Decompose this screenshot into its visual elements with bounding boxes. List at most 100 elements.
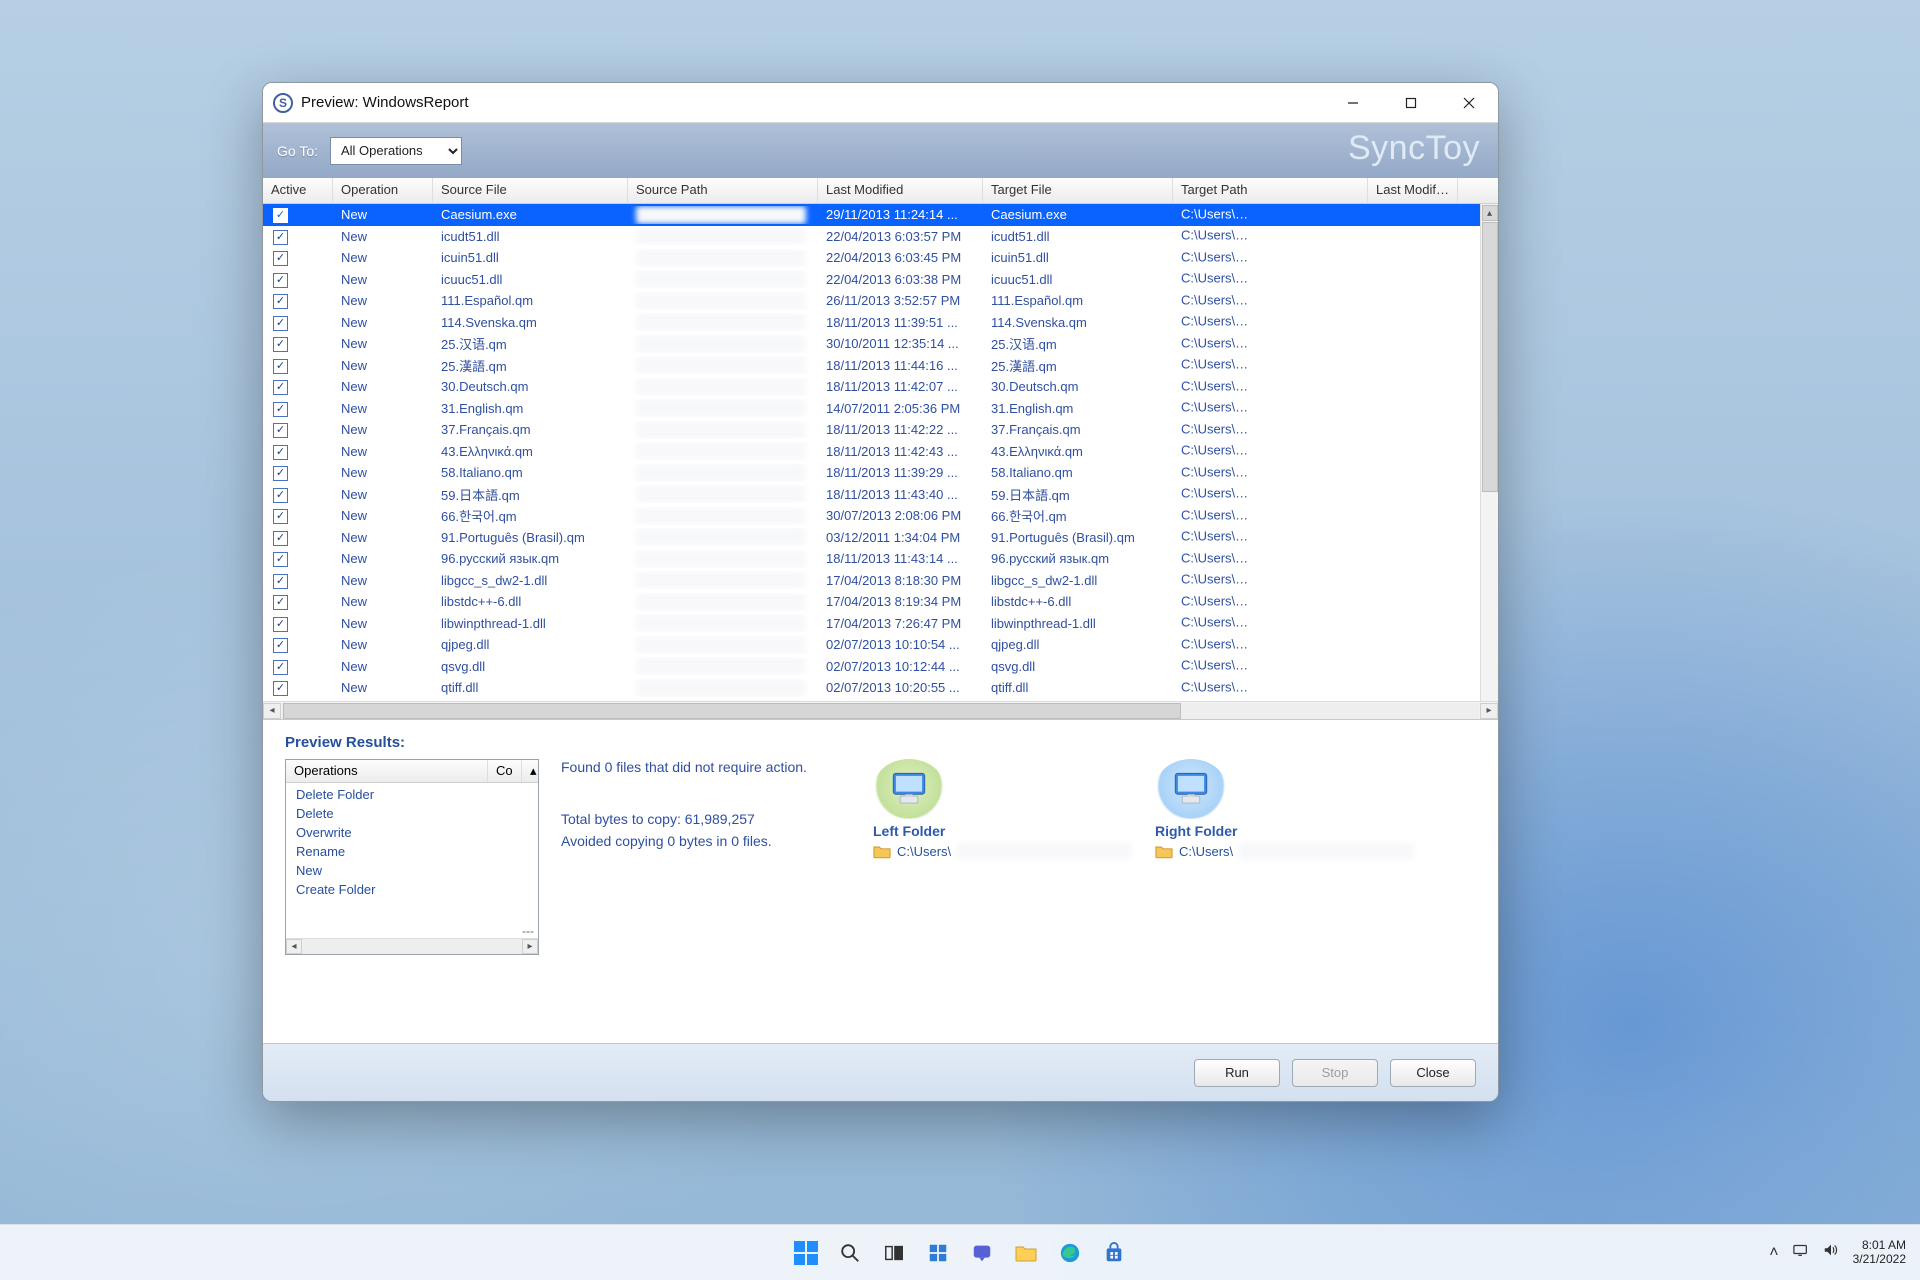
store-button[interactable]: [1097, 1236, 1131, 1270]
close-dialog-button[interactable]: Close: [1390, 1059, 1476, 1087]
tray-network-icon[interactable]: [1793, 1243, 1809, 1262]
row-checkbox[interactable]: ✓: [273, 574, 288, 589]
ops-list-item[interactable]: Create Folder: [286, 880, 538, 899]
table-row[interactable]: ✓New25.漢語.qm18/11/2013 11:44:16 ...25.漢語…: [263, 355, 1498, 377]
ops-col-count[interactable]: Co: [488, 760, 522, 782]
table-row[interactable]: ✓New58.Italiano.qm18/11/2013 11:39:29 ..…: [263, 462, 1498, 484]
tray-chevron-icon[interactable]: ˄: [1769, 1244, 1778, 1262]
table-row[interactable]: ✓Newlibgcc_s_dw2-1.dll17/04/2013 8:18:30…: [263, 570, 1498, 592]
cell-target-file: Caesium.exe: [983, 207, 1173, 222]
row-checkbox[interactable]: ✓: [273, 316, 288, 331]
row-checkbox[interactable]: ✓: [273, 251, 288, 266]
table-row[interactable]: ✓Newqjpeg.dll02/07/2013 10:10:54 ...qjpe…: [263, 634, 1498, 656]
scroll-up-icon[interactable]: ▴: [1482, 205, 1498, 221]
table-row[interactable]: ✓Newicuin51.dll22/04/2013 6:03:45 PMicui…: [263, 247, 1498, 269]
tray-volume-icon[interactable]: [1823, 1243, 1839, 1262]
ops-list-item[interactable]: Delete: [286, 804, 538, 823]
row-checkbox[interactable]: ✓: [273, 466, 288, 481]
table-row[interactable]: ✓Newicuuc51.dll22/04/2013 6:03:38 PMicuu…: [263, 269, 1498, 291]
maximize-button[interactable]: [1382, 83, 1440, 123]
table-row[interactable]: ✓New59.日本語.qm18/11/2013 11:43:40 ...59.日…: [263, 484, 1498, 506]
row-checkbox[interactable]: ✓: [273, 337, 288, 352]
row-checkbox[interactable]: ✓: [273, 380, 288, 395]
scrollbar-thumb[interactable]: [1482, 222, 1498, 492]
edge-button[interactable]: [1053, 1236, 1087, 1270]
task-view-button[interactable]: [877, 1236, 911, 1270]
row-checkbox[interactable]: ✓: [273, 230, 288, 245]
redacted-path: [636, 378, 806, 396]
search-button[interactable]: [833, 1236, 867, 1270]
table-row[interactable]: ✓Newlibwinpthread-1.dll17/04/2013 7:26:4…: [263, 613, 1498, 635]
chat-button[interactable]: [965, 1236, 999, 1270]
scroll-right-icon[interactable]: ▸: [1480, 703, 1498, 719]
table-row[interactable]: ✓New66.한국어.qm30/07/2013 2:08:06 PM66.한국어…: [263, 505, 1498, 527]
horizontal-scrollbar[interactable]: ◂ ▸: [263, 701, 1498, 719]
ops-scroll-right-icon[interactable]: ▸: [522, 939, 538, 954]
table-row[interactable]: ✓Newicudt51.dll22/04/2013 6:03:57 PMicud…: [263, 226, 1498, 248]
table-row[interactable]: ✓New114.Svenska.qm18/11/2013 11:39:51 ..…: [263, 312, 1498, 334]
row-checkbox[interactable]: ✓: [273, 681, 288, 696]
scroll-left-icon[interactable]: ◂: [263, 703, 281, 719]
hscroll-thumb[interactable]: [283, 703, 1181, 719]
row-checkbox[interactable]: ✓: [273, 423, 288, 438]
vertical-scrollbar[interactable]: ▴: [1480, 204, 1498, 701]
run-button[interactable]: Run: [1194, 1059, 1280, 1087]
column-source-path[interactable]: Source Path: [628, 178, 818, 203]
table-row[interactable]: ✓New96.русский язык.qm18/11/2013 11:43:1…: [263, 548, 1498, 570]
row-checkbox[interactable]: ✓: [273, 595, 288, 610]
cell-operation: New: [333, 379, 433, 394]
row-checkbox[interactable]: ✓: [273, 208, 288, 223]
row-checkbox[interactable]: ✓: [273, 402, 288, 417]
widgets-button[interactable]: [921, 1236, 955, 1270]
ops-list-item[interactable]: Delete Folder: [286, 785, 538, 804]
row-checkbox[interactable]: ✓: [273, 617, 288, 632]
table-row[interactable]: ✓New30.Deutsch.qm18/11/2013 11:42:07 ...…: [263, 376, 1498, 398]
row-checkbox[interactable]: ✓: [273, 552, 288, 567]
goto-dropdown[interactable]: All Operations: [330, 137, 462, 165]
column-target-path[interactable]: Target Path: [1173, 178, 1368, 203]
system-tray[interactable]: ˄ 8:01 AM 3/21/2022: [1769, 1239, 1906, 1267]
grid-body[interactable]: ✓NewCaesium.exe29/11/2013 11:24:14 ...Ca…: [263, 204, 1498, 701]
column-operation[interactable]: Operation: [333, 178, 433, 203]
row-checkbox[interactable]: ✓: [273, 294, 288, 309]
table-row[interactable]: ✓New25.汉语.qm30/10/2011 12:35:14 ...25.汉语…: [263, 333, 1498, 355]
stop-button[interactable]: Stop: [1292, 1059, 1378, 1087]
ops-hscroll[interactable]: ◂ ▸: [286, 938, 538, 954]
column-source-file[interactable]: Source File: [433, 178, 628, 203]
ops-list-item[interactable]: Rename: [286, 842, 538, 861]
close-button[interactable]: [1440, 83, 1498, 123]
column-last-modified-2[interactable]: Last Modified: [1368, 178, 1458, 203]
row-checkbox[interactable]: ✓: [273, 273, 288, 288]
column-target-file[interactable]: Target File: [983, 178, 1173, 203]
table-row[interactable]: ✓New111.Español.qm26/11/2013 3:52:57 PM1…: [263, 290, 1498, 312]
row-checkbox[interactable]: ✓: [273, 359, 288, 374]
ops-scroll-up-icon[interactable]: ▴: [522, 760, 538, 782]
row-checkbox[interactable]: ✓: [273, 531, 288, 546]
table-row[interactable]: ✓New43.Ελληνικά.qm18/11/2013 11:42:43 ..…: [263, 441, 1498, 463]
ops-col-operations[interactable]: Operations: [286, 760, 488, 782]
table-row[interactable]: ✓New37.Français.qm18/11/2013 11:42:22 ..…: [263, 419, 1498, 441]
ops-list-item[interactable]: New: [286, 861, 538, 880]
start-button[interactable]: [789, 1236, 823, 1270]
table-row[interactable]: ✓Newqtiff.dll02/07/2013 10:20:55 ...qtif…: [263, 677, 1498, 699]
taskbar[interactable]: ˄ 8:01 AM 3/21/2022: [0, 1224, 1920, 1280]
column-last-modified[interactable]: Last Modified: [818, 178, 983, 203]
table-row[interactable]: ✓Newlicense.txt21/03/2011 11:52:06 ...li…: [263, 699, 1498, 702]
ops-scroll-left-icon[interactable]: ◂: [286, 939, 302, 954]
table-row[interactable]: ✓NewCaesium.exe29/11/2013 11:24:14 ...Ca…: [263, 204, 1498, 226]
table-row[interactable]: ✓New31.English.qm14/07/2011 2:05:36 PM31…: [263, 398, 1498, 420]
column-active[interactable]: Active: [263, 178, 333, 203]
file-explorer-button[interactable]: [1009, 1236, 1043, 1270]
ops-list-item[interactable]: Overwrite: [286, 823, 538, 842]
row-checkbox[interactable]: ✓: [273, 509, 288, 524]
row-checkbox[interactable]: ✓: [273, 488, 288, 503]
row-checkbox[interactable]: ✓: [273, 638, 288, 653]
table-row[interactable]: ✓Newqsvg.dll02/07/2013 10:12:44 ...qsvg.…: [263, 656, 1498, 678]
table-row[interactable]: ✓New91.Português (Brasil).qm03/12/2011 1…: [263, 527, 1498, 549]
minimize-button[interactable]: [1324, 83, 1382, 123]
ops-list[interactable]: Delete FolderDeleteOverwriteRenameNewCre…: [286, 783, 538, 924]
row-checkbox[interactable]: ✓: [273, 660, 288, 675]
tray-clock[interactable]: 8:01 AM 3/21/2022: [1853, 1239, 1906, 1267]
row-checkbox[interactable]: ✓: [273, 445, 288, 460]
table-row[interactable]: ✓Newlibstdc++-6.dll17/04/2013 8:19:34 PM…: [263, 591, 1498, 613]
